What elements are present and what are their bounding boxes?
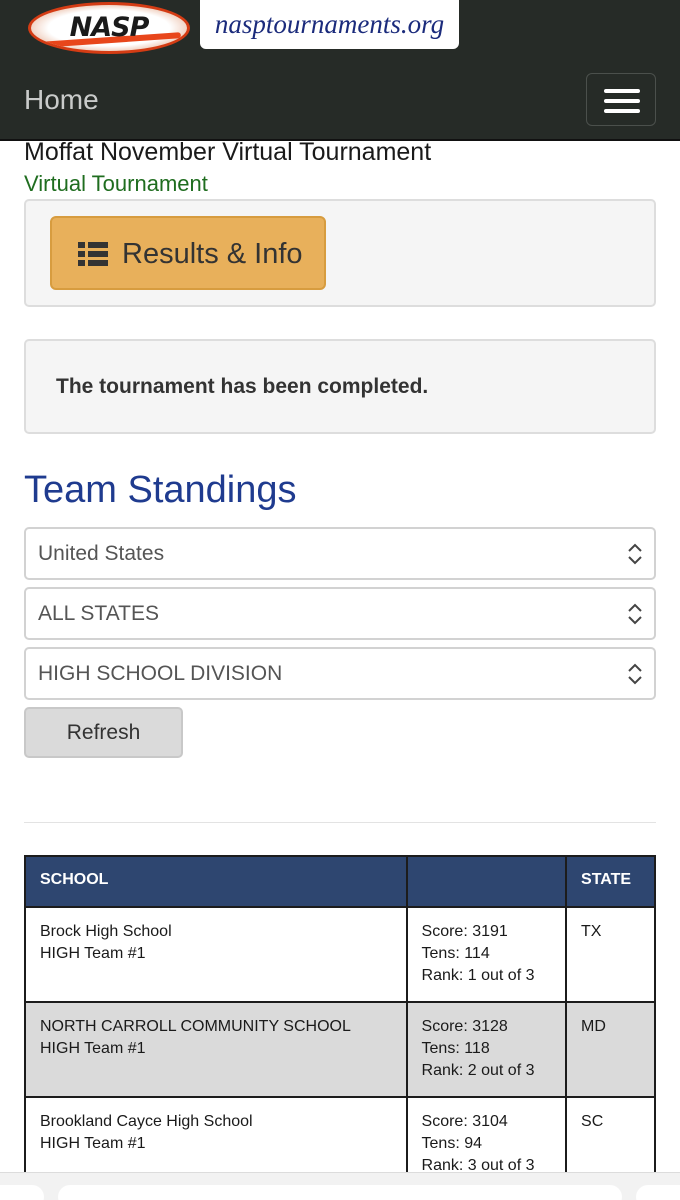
browser-address-pill[interactable] xyxy=(58,1185,622,1200)
table-header-row: SCHOOL STATE xyxy=(24,855,656,908)
school-cell: Brock High School HIGH Team #1 xyxy=(24,906,408,1003)
state-select[interactable]: ALL STATES xyxy=(24,587,656,640)
list-icon xyxy=(78,242,108,266)
score-cell: Score: 3191 Tens: 114 Rank: 1 out of 3 xyxy=(405,906,568,1003)
site-name: nasptournaments.org xyxy=(214,9,445,39)
column-header-school[interactable]: SCHOOL xyxy=(24,855,408,908)
school-name: NORTH CARROLL COMMUNITY SCHOOL xyxy=(40,1018,351,1035)
rank: Rank: 1 out of 3 xyxy=(421,967,535,984)
team-name: HIGH Team #1 xyxy=(40,1040,146,1057)
site-header: NASP nasptournaments.org Home xyxy=(0,0,680,141)
school-name: Brock High School xyxy=(40,923,172,940)
table-row: Brock High School HIGH Team #1 Score: 31… xyxy=(24,906,656,1003)
column-header-score xyxy=(405,855,568,908)
division-select[interactable]: HIGH SCHOOL DIVISION xyxy=(24,647,656,700)
score: Score: 3191 xyxy=(421,923,508,940)
refresh-button[interactable]: Refresh xyxy=(24,707,183,758)
school-cell: NORTH CARROLL COMMUNITY SCHOOL HIGH Team… xyxy=(24,1001,408,1098)
chevron-updown-icon xyxy=(628,603,642,625)
tens: Tens: 94 xyxy=(421,1135,483,1152)
tournament-subtitle: Virtual Tournament xyxy=(24,171,208,196)
table-row: NORTH CARROLL COMMUNITY SCHOOL HIGH Team… xyxy=(24,1001,656,1098)
school-name: Brookland Cayce High School xyxy=(40,1113,253,1130)
browser-back-pill[interactable] xyxy=(0,1185,44,1200)
score: Score: 3104 xyxy=(421,1113,508,1130)
country-select-value: United States xyxy=(38,542,165,565)
chevron-updown-icon xyxy=(628,663,642,685)
results-panel: Results & Info xyxy=(24,199,656,307)
division-select-value: HIGH SCHOOL DIVISION xyxy=(38,662,283,685)
state-cell: TX xyxy=(565,906,656,1003)
state-cell: MD xyxy=(565,1001,656,1098)
refresh-label: Refresh xyxy=(66,721,141,744)
divider xyxy=(24,822,656,823)
team-standings-heading: Team Standings xyxy=(24,469,297,511)
status-panel: The tournament has been completed. xyxy=(24,339,656,434)
site-name-badge[interactable]: nasptournaments.org xyxy=(200,0,459,49)
team-name: HIGH Team #1 xyxy=(40,945,146,962)
home-link[interactable]: Home xyxy=(24,84,99,116)
score: Score: 3128 xyxy=(421,1018,508,1035)
logo-text: NASP xyxy=(69,12,150,43)
tournament-title: Moffat November Virtual Tournament xyxy=(24,138,432,166)
country-select[interactable]: United States xyxy=(24,527,656,580)
browser-toolbar xyxy=(0,1172,680,1200)
nasp-logo[interactable]: NASP xyxy=(28,2,190,54)
chevron-updown-icon xyxy=(628,543,642,565)
column-header-state[interactable]: STATE xyxy=(565,855,656,908)
team-name: HIGH Team #1 xyxy=(40,1135,146,1152)
state-select-value: ALL STATES xyxy=(38,602,159,625)
results-info-label: Results & Info xyxy=(122,238,303,270)
hamburger-menu-icon[interactable] xyxy=(586,73,656,126)
browser-tabs-pill[interactable] xyxy=(636,1185,680,1200)
score-cell: Score: 3128 Tens: 118 Rank: 2 out of 3 xyxy=(405,1001,568,1098)
rank: Rank: 2 out of 3 xyxy=(421,1062,535,1079)
tens: Tens: 118 xyxy=(421,1040,490,1057)
tens: Tens: 114 xyxy=(421,945,490,962)
standings-table: SCHOOL STATE Brock High School HIGH Team… xyxy=(24,855,656,1193)
results-info-button[interactable]: Results & Info xyxy=(50,216,326,290)
status-message: The tournament has been completed. xyxy=(56,375,429,398)
